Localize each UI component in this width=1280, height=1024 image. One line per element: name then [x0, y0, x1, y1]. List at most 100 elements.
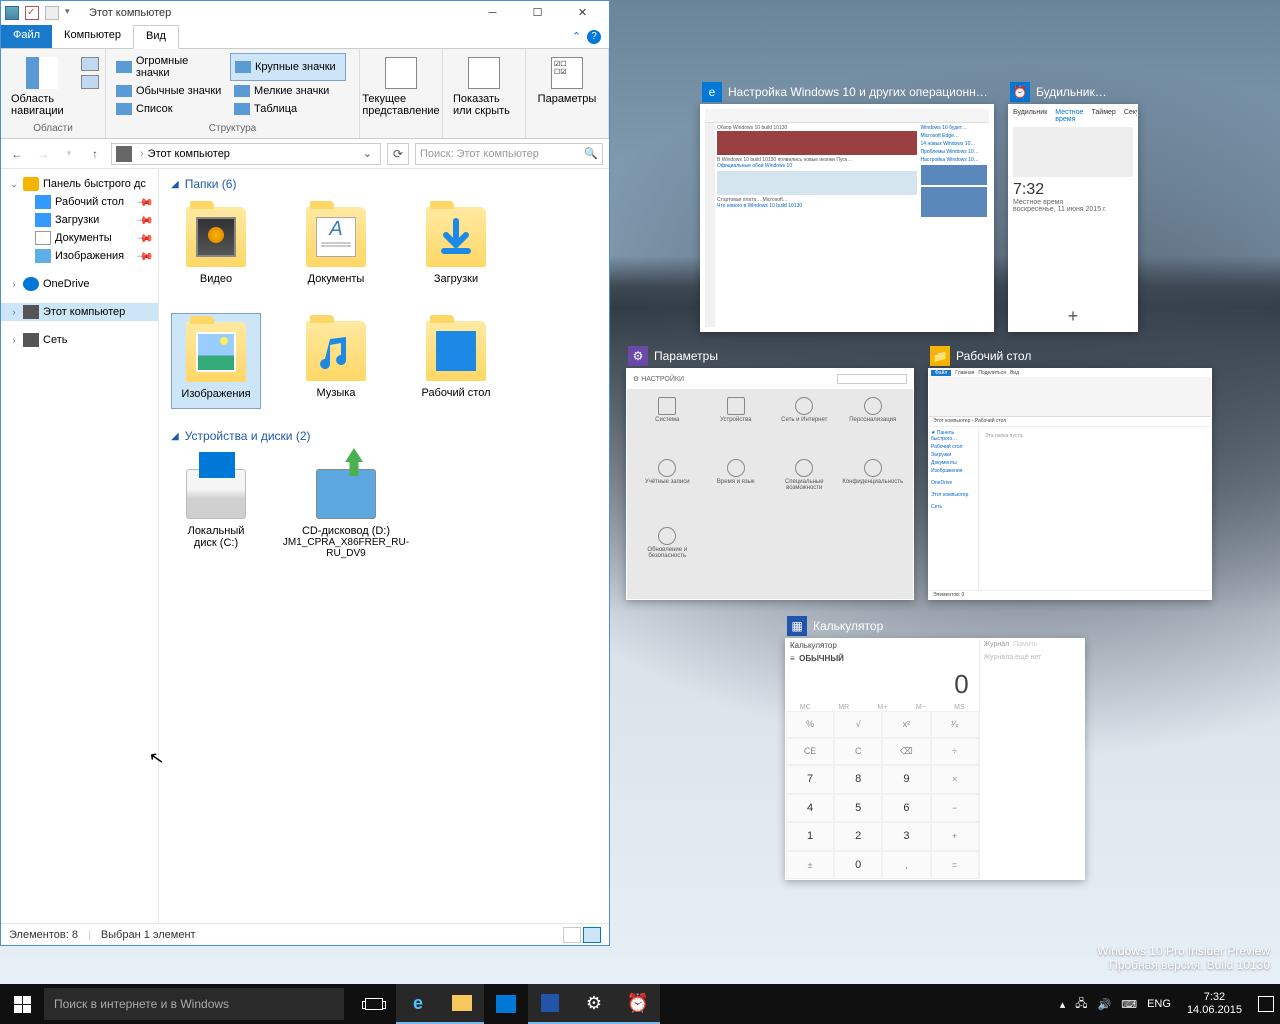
task-view-button[interactable]	[352, 984, 396, 1024]
onedrive-icon	[23, 277, 39, 291]
taskbar-settings[interactable]: ⚙	[572, 984, 616, 1024]
pc-icon	[23, 305, 39, 319]
taskbar-alarm[interactable]: ⏰	[616, 984, 660, 1024]
up-button[interactable]: ↑	[85, 144, 105, 164]
taskbar-search[interactable]: Поиск в интернете и в Windows	[44, 988, 344, 1020]
current-view-button[interactable]: Текущее представление	[366, 53, 436, 121]
show-hide-button[interactable]: Показать или скрыть	[449, 53, 519, 121]
window-title: Этот компьютер	[89, 7, 470, 19]
search-icon: 🔍	[584, 147, 598, 160]
group-folders[interactable]: ◢Папки (6)	[171, 177, 597, 191]
folder-downloads[interactable]: Загрузки	[411, 199, 501, 293]
taskview-alarm[interactable]: ⏰Будильник… БудильникМестное времяТаймер…	[1008, 80, 1138, 332]
file-explorer-window: ✓ ▾ Этот компьютер ─ ☐ ✕ Файл Компьютер …	[0, 0, 610, 946]
documents-icon	[35, 231, 51, 245]
layout-xl[interactable]: Огромные значки	[112, 53, 228, 81]
pin-icon: 📌	[136, 211, 155, 230]
layout-large[interactable]: Крупные значки	[230, 53, 346, 81]
layout-small[interactable]: Мелкие значки	[230, 83, 346, 99]
tab-file[interactable]: Файл	[1, 25, 52, 48]
folder-desktop[interactable]: Рабочий стол	[411, 313, 501, 409]
alarm-icon: ⏰	[1010, 82, 1030, 102]
sidebar-desktop[interactable]: Рабочий стол📌	[1, 193, 158, 211]
quick-checkbox-icon[interactable]: ✓	[25, 6, 39, 20]
quick-dropdown-icon[interactable]: ▾	[65, 6, 79, 20]
tray-volume-icon[interactable]: 🔊	[1098, 998, 1112, 1011]
calculator-icon: ▦	[787, 616, 807, 636]
sidebar-quick-access[interactable]: ⌄Панель быстрого дс	[1, 175, 158, 193]
ribbon-collapse-icon[interactable]: ⌃	[572, 30, 581, 43]
folder-documents[interactable]: AДокументы	[291, 199, 381, 293]
details-pane-icon[interactable]	[81, 75, 99, 89]
tab-computer[interactable]: Компьютер	[52, 25, 133, 48]
taskbar: Поиск в интернете и в Windows e ⚙ ⏰ ▴ 🖧 …	[0, 984, 1280, 1024]
tab-view[interactable]: Вид	[133, 25, 179, 49]
view-details-toggle[interactable]	[563, 927, 581, 943]
layout-medium[interactable]: Обычные значки	[112, 83, 228, 99]
tray-overflow-icon[interactable]: ▴	[1060, 998, 1066, 1011]
sidebar-onedrive[interactable]: ›OneDrive	[1, 275, 158, 293]
add-alarm-icon: +	[1013, 306, 1133, 327]
address-bar-row: ← → ▾ ↑ › Этот компьютер ⌄ ⟳ Поиск: Этот…	[1, 139, 609, 169]
pin-icon: 📌	[136, 229, 155, 248]
pc-icon	[116, 146, 132, 162]
address-dropdown-icon[interactable]: ⌄	[359, 147, 376, 160]
folder-pictures[interactable]: Изображения	[171, 313, 261, 409]
star-icon	[23, 177, 39, 191]
tray-keyboard-icon[interactable]: ⌨	[1121, 998, 1137, 1011]
layout-list[interactable]: Список	[112, 101, 228, 117]
sidebar-this-pc[interactable]: ›Этот компьютер	[1, 303, 158, 321]
view-icons-toggle[interactable]	[583, 927, 601, 943]
start-button[interactable]	[0, 984, 44, 1024]
taskbar-calculator[interactable]	[528, 984, 572, 1024]
tray-network-icon[interactable]: 🖧	[1075, 995, 1087, 1014]
watermark: Windows 10 Pro Insider Preview Пробная в…	[1097, 944, 1270, 972]
drive-local[interactable]: Локальный диск (C:)	[171, 451, 261, 567]
tray-clock[interactable]: 7:32 14.06.2015	[1181, 991, 1248, 1017]
close-button[interactable]: ✕	[560, 1, 605, 25]
ribbon: Область навигации Области Огромные значк…	[1, 49, 609, 139]
recent-dropdown[interactable]: ▾	[59, 144, 79, 164]
desktop-icon	[35, 195, 51, 209]
refresh-button[interactable]: ⟳	[387, 143, 409, 165]
content-pane: ◢Папки (6) Видео AДокументы Загрузки Изо…	[159, 169, 609, 923]
folder-video[interactable]: Видео	[171, 199, 261, 293]
back-button[interactable]: ←	[7, 144, 27, 164]
pictures-icon	[35, 249, 51, 263]
sidebar: ⌄Панель быстрого дс Рабочий стол📌 Загруз…	[1, 169, 159, 923]
sidebar-pictures[interactable]: Изображения📌	[1, 247, 158, 265]
group-devices[interactable]: ◢Устройства и диски (2)	[171, 429, 597, 443]
preview-pane-icon[interactable]	[81, 57, 99, 71]
folder-music[interactable]: Музыка	[291, 313, 381, 409]
edge-icon: e	[702, 82, 722, 102]
taskbar-store[interactable]	[484, 984, 528, 1024]
pin-icon: 📌	[136, 247, 155, 266]
ribbon-tabs: Файл Компьютер Вид ⌃?	[1, 25, 609, 49]
sidebar-downloads[interactable]: Загрузки📌	[1, 211, 158, 229]
options-button[interactable]: ☑☐☐☑Параметры	[532, 53, 602, 109]
quick-props-icon[interactable]	[45, 6, 59, 20]
settings-icon: ⚙	[628, 346, 648, 366]
minimize-button[interactable]: ─	[470, 1, 515, 25]
nav-pane-button[interactable]: Область навигации	[7, 53, 77, 121]
layout-table[interactable]: Таблица	[230, 101, 346, 117]
taskbar-explorer[interactable]	[440, 984, 484, 1024]
tray-language[interactable]: ENG	[1147, 998, 1171, 1010]
pin-icon: 📌	[136, 193, 155, 212]
taskview-calculator[interactable]: ▦Калькулятор Калькулятор ≡ ОБЫЧНЫЙ 0 MCM…	[785, 614, 1085, 880]
tray-notifications-icon[interactable]	[1258, 996, 1274, 1012]
taskbar-edge[interactable]: e	[396, 984, 440, 1024]
taskview-settings[interactable]: ⚙Параметры ⚙ НАСТРОЙКИ Система Устройств…	[626, 344, 914, 600]
downloads-icon	[35, 213, 51, 227]
drive-cd[interactable]: CD-дисковод (D:)JM1_CPRA_X86FRER_RU-RU_D…	[291, 451, 401, 567]
taskview-desktop-explorer[interactable]: 📁Рабочий стол ФайлГлавнаяПоделитьсяВид Э…	[928, 344, 1212, 600]
help-icon[interactable]: ?	[587, 30, 601, 44]
search-box[interactable]: Поиск: Этот компьютер 🔍	[415, 143, 603, 165]
forward-button[interactable]: →	[33, 144, 53, 164]
sidebar-documents[interactable]: Документы📌	[1, 229, 158, 247]
taskview-edge[interactable]: eНастройка Windows 10 и других операцион…	[700, 80, 994, 332]
titlebar: ✓ ▾ Этот компьютер ─ ☐ ✕	[1, 1, 609, 25]
address-bar[interactable]: › Этот компьютер ⌄	[111, 143, 381, 165]
sidebar-network[interactable]: ›Сеть	[1, 331, 158, 349]
maximize-button[interactable]: ☐	[515, 1, 560, 25]
